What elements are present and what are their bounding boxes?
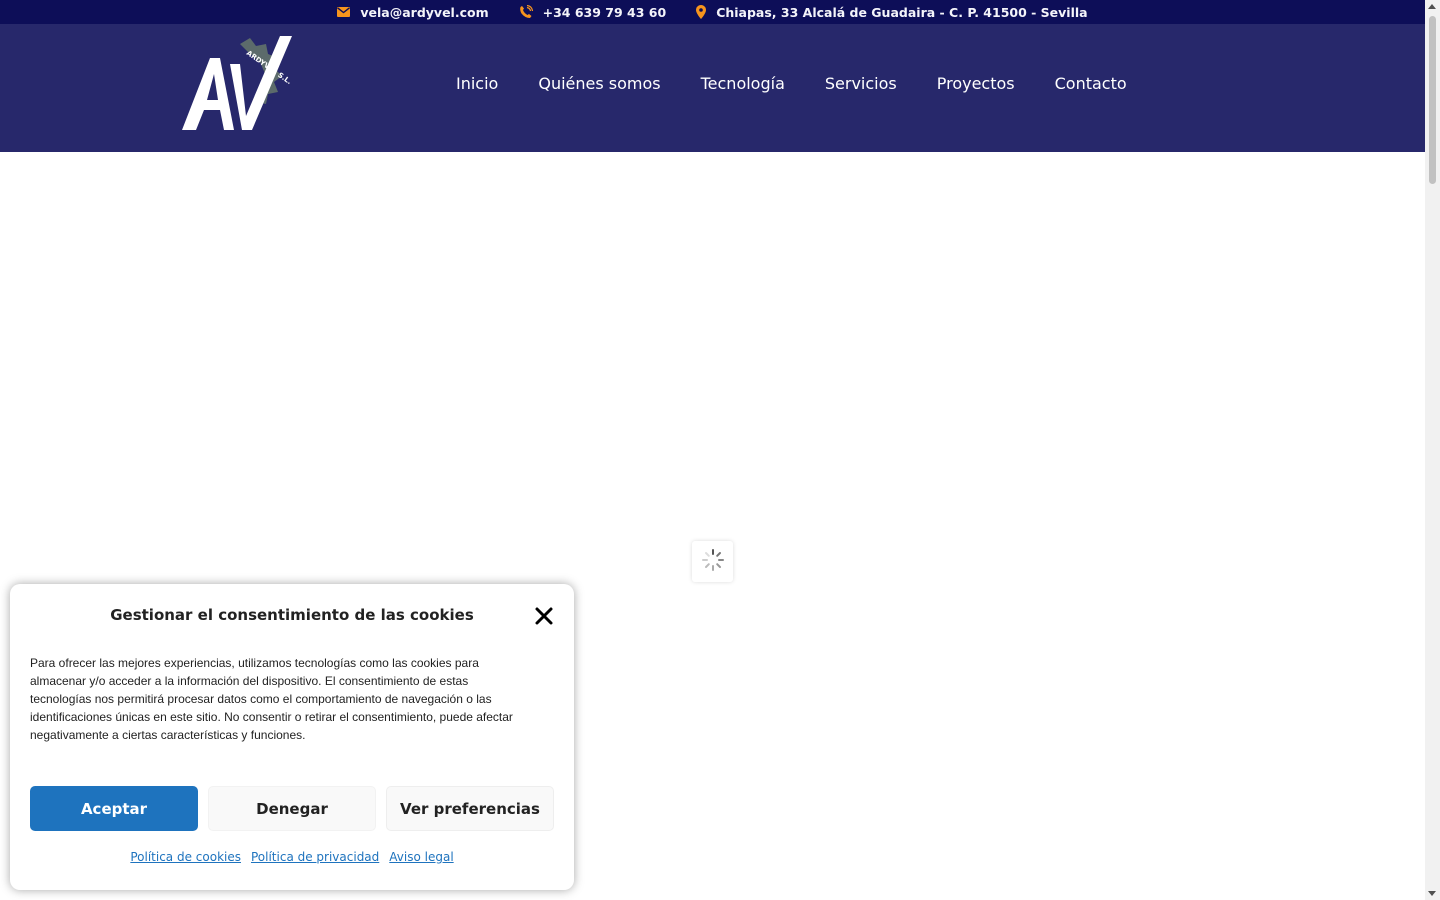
spinner-icon bbox=[701, 548, 725, 576]
nav-item-quienes-somos[interactable]: Quiénes somos bbox=[538, 74, 660, 93]
accept-button[interactable]: Aceptar bbox=[30, 786, 198, 831]
loading-indicator bbox=[692, 541, 733, 582]
address-text: Chiapas, 33 Alcalá de Guadaira - C. P. 4… bbox=[716, 4, 1088, 20]
scroll-down-icon[interactable] bbox=[1428, 891, 1436, 896]
main-nav: Inicio Quiénes somos Tecnología Servicio… bbox=[456, 74, 1127, 93]
nav-item-servicios[interactable]: Servicios bbox=[825, 74, 897, 93]
nav-item-contacto[interactable]: Contacto bbox=[1055, 74, 1127, 93]
close-icon[interactable] bbox=[534, 606, 554, 626]
cookie-dialog-links: Política de cookies Política de privacid… bbox=[10, 850, 574, 864]
cookie-consent-dialog: Gestionar el consentimiento de las cooki… bbox=[10, 584, 574, 890]
nav-item-tecnologia[interactable]: Tecnología bbox=[701, 74, 785, 93]
email-text: vela@ardyvel.com bbox=[360, 4, 489, 20]
nav-item-inicio[interactable]: Inicio bbox=[456, 74, 498, 93]
contact-phone[interactable]: +34 639 79 43 60 bbox=[519, 4, 667, 20]
deny-button[interactable]: Denegar bbox=[208, 786, 376, 831]
top-info-bar: vela@ardyvel.com +34 639 79 43 60 Chiapa… bbox=[0, 0, 1425, 24]
view-preferences-button[interactable]: Ver preferencias bbox=[386, 786, 554, 831]
site-logo[interactable]: ARDYVEL S.L. bbox=[180, 36, 296, 132]
phone-text: +34 639 79 43 60 bbox=[542, 4, 667, 20]
cookie-policy-link[interactable]: Política de cookies bbox=[130, 850, 241, 864]
scrollbar-thumb[interactable] bbox=[1429, 16, 1436, 184]
scroll-up-icon[interactable] bbox=[1428, 4, 1436, 9]
page-scrollbar[interactable] bbox=[1425, 0, 1440, 900]
contact-email[interactable]: vela@ardyvel.com bbox=[337, 4, 489, 20]
nav-item-proyectos[interactable]: Proyectos bbox=[937, 74, 1015, 93]
map-pin-icon bbox=[696, 5, 707, 19]
privacy-policy-link[interactable]: Política de privacidad bbox=[251, 850, 379, 864]
page: vela@ardyvel.com +34 639 79 43 60 Chiapa… bbox=[0, 0, 1440, 900]
cookie-dialog-title: Gestionar el consentimiento de las cooki… bbox=[110, 606, 474, 624]
phone-icon bbox=[519, 5, 533, 19]
envelope-icon bbox=[337, 7, 351, 17]
site-header: ARDYVEL S.L. Inicio Quiénes somos Tecnol… bbox=[0, 24, 1425, 152]
contact-address: Chiapas, 33 Alcalá de Guadaira - C. P. 4… bbox=[696, 4, 1088, 20]
legal-notice-link[interactable]: Aviso legal bbox=[389, 850, 453, 864]
cookie-dialog-text: Para ofrecer las mejores experiencias, u… bbox=[30, 656, 513, 742]
